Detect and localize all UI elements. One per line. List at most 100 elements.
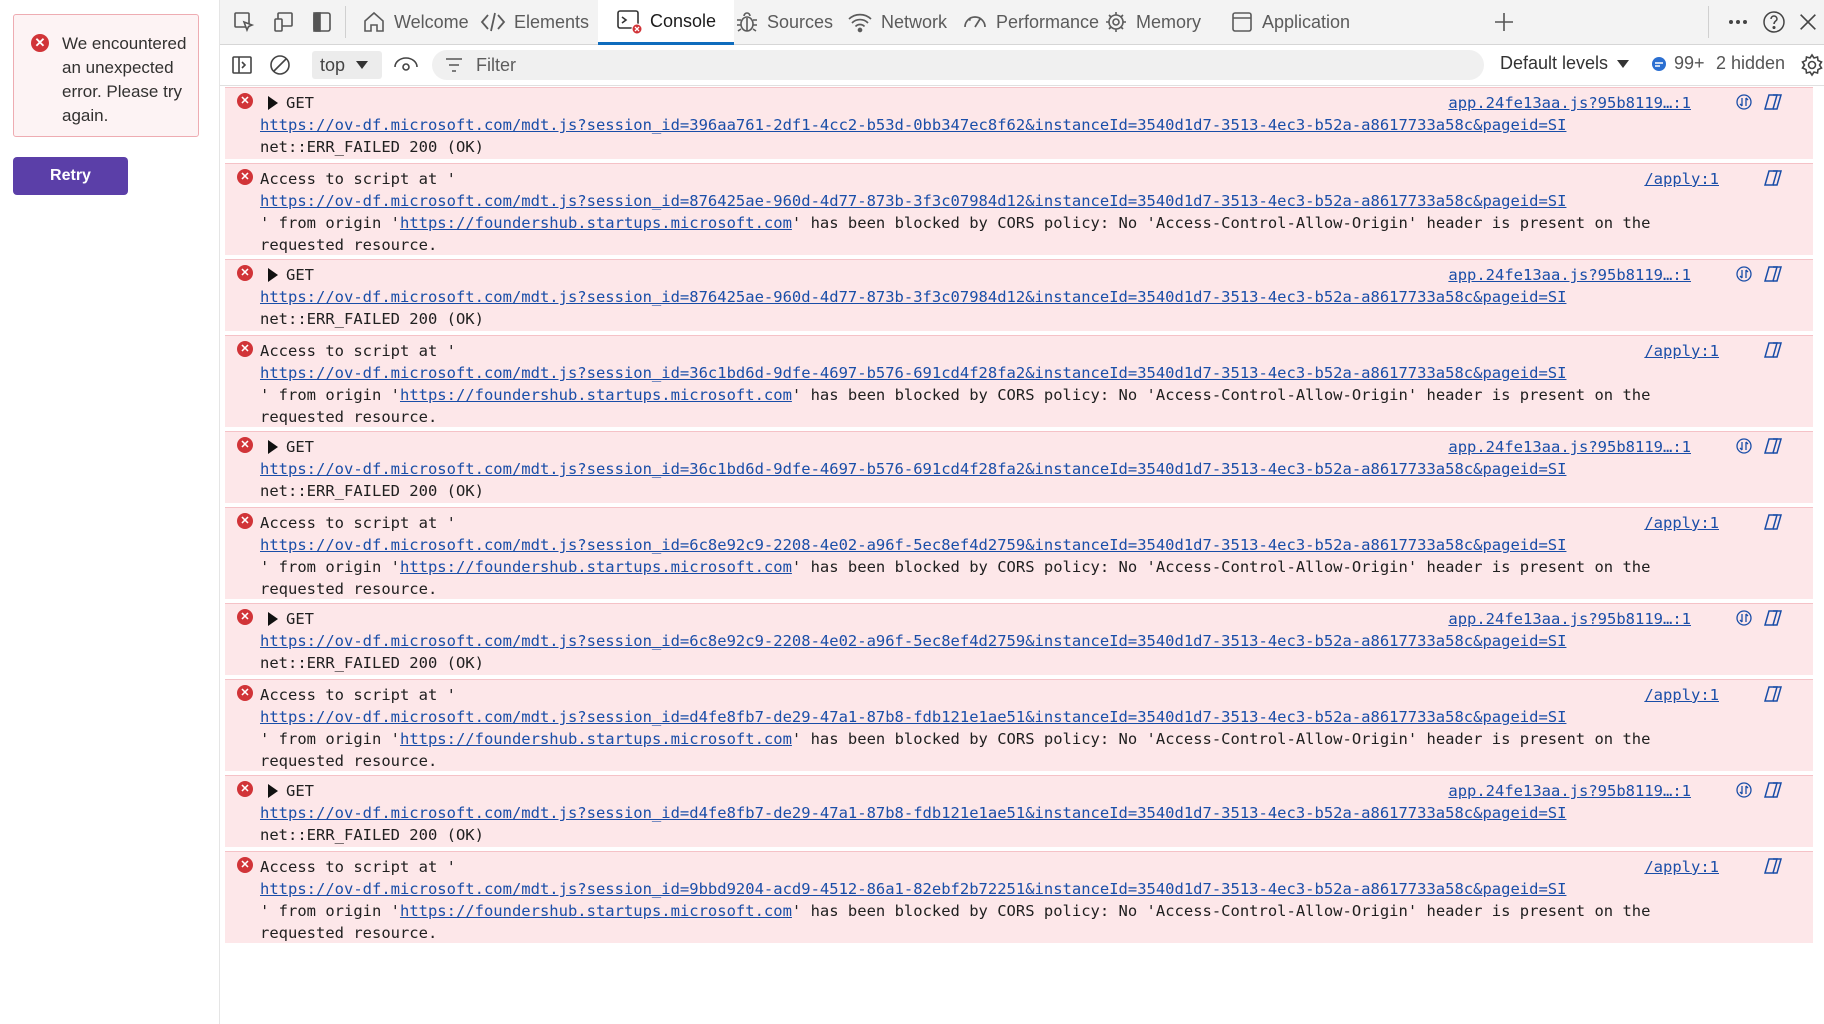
log-levels-dropdown[interactable]: Default levels xyxy=(1500,53,1630,74)
hidden-count[interactable]: 2 hidden xyxy=(1716,53,1785,74)
retry-button[interactable]: Retry xyxy=(13,157,128,195)
tab-network[interactable]: Network xyxy=(837,0,957,44)
source-location-link[interactable]: /apply:1 xyxy=(1644,684,1719,706)
source-action-icons xyxy=(1763,340,1783,366)
source-location-link[interactable]: /apply:1 xyxy=(1644,340,1719,362)
request-url-link[interactable]: https://ov-df.microsoft.com/mdt.js?sessi… xyxy=(260,288,1566,306)
expand-triangle-icon[interactable] xyxy=(268,96,278,110)
message-prefix: Access to script at ' xyxy=(260,342,456,360)
network-request-icon[interactable] xyxy=(1735,609,1753,633)
script-url-link[interactable]: https://ov-df.microsoft.com/mdt.js?sessi… xyxy=(260,708,1566,726)
filter-input[interactable] xyxy=(474,53,1378,77)
more-options-icon[interactable] xyxy=(1724,8,1752,36)
copilot-explain-icon[interactable] xyxy=(1763,856,1783,882)
copilot-explain-icon[interactable] xyxy=(1763,92,1783,118)
inspect-element-icon[interactable] xyxy=(230,8,258,36)
expand-triangle-icon[interactable] xyxy=(268,784,278,798)
copilot-explain-icon[interactable] xyxy=(1763,780,1783,806)
tab-sources[interactable]: Sources xyxy=(725,0,843,44)
tab-application[interactable]: Application xyxy=(1220,0,1360,44)
origin-link[interactable]: https://foundershub.startups.microsoft.c… xyxy=(400,214,792,232)
entry-line: Access to script at ' xyxy=(260,168,1570,190)
source-location-link[interactable]: /apply:1 xyxy=(1644,168,1719,190)
request-url-link[interactable]: https://ov-df.microsoft.com/mdt.js?sessi… xyxy=(260,116,1566,134)
filter-box[interactable] xyxy=(432,50,1484,80)
source-action-icons xyxy=(1735,264,1783,290)
source-location-link[interactable]: app.24fe13aa.js?95b8119…:1 xyxy=(1448,436,1691,458)
live-expression-eye-icon[interactable] xyxy=(392,51,420,79)
script-url-link[interactable]: https://ov-df.microsoft.com/mdt.js?sessi… xyxy=(260,536,1566,554)
request-method: GET xyxy=(286,266,314,284)
device-emulation-icon[interactable] xyxy=(270,8,298,36)
tab-elements[interactable]: Elements xyxy=(470,0,599,44)
source-action-icons xyxy=(1735,780,1783,806)
entry-line: ' from origin 'https://foundershub.start… xyxy=(260,900,1650,922)
source-location-link[interactable]: app.24fe13aa.js?95b8119…:1 xyxy=(1448,92,1691,114)
source-location-link[interactable]: app.24fe13aa.js?95b8119…:1 xyxy=(1448,780,1691,802)
network-request-icon[interactable] xyxy=(1735,437,1753,461)
context-selector[interactable]: top xyxy=(312,51,382,79)
message-prefix: Access to script at ' xyxy=(260,686,456,704)
network-request-icon[interactable] xyxy=(1735,781,1753,805)
source-action-icons xyxy=(1735,92,1783,118)
request-url-link[interactable]: https://ov-df.microsoft.com/mdt.js?sessi… xyxy=(260,460,1566,478)
network-request-icon[interactable] xyxy=(1735,93,1753,117)
expand-triangle-icon[interactable] xyxy=(268,440,278,454)
origin-link[interactable]: https://foundershub.startups.microsoft.c… xyxy=(400,902,792,920)
copilot-explain-icon[interactable] xyxy=(1763,684,1783,710)
copilot-explain-icon[interactable] xyxy=(1763,340,1783,366)
console-error-entry: ✕ GET https://ov-df.microsoft.com/mdt.js?s… xyxy=(225,87,1813,159)
source-location-link[interactable]: /apply:1 xyxy=(1644,512,1719,534)
entry-line: requested resource. xyxy=(260,406,1570,428)
entry-line: https://ov-df.microsoft.com/mdt.js?sessi… xyxy=(260,362,1570,384)
show-console-sidebar-icon[interactable] xyxy=(228,51,256,79)
network-request-icon[interactable] xyxy=(1735,265,1753,289)
origin-link[interactable]: https://foundershub.startups.microsoft.c… xyxy=(400,386,792,404)
copilot-explain-icon[interactable] xyxy=(1763,168,1783,194)
request-status: net::ERR_FAILED 200 (OK) xyxy=(260,310,484,328)
close-devtools-icon[interactable] xyxy=(1794,8,1822,36)
origin-link[interactable]: https://foundershub.startups.microsoft.c… xyxy=(400,558,792,576)
expand-triangle-icon[interactable] xyxy=(268,268,278,282)
tab-welcome[interactable]: Welcome xyxy=(352,0,479,44)
entry-line: ' from origin 'https://foundershub.start… xyxy=(260,212,1650,234)
copilot-explain-icon[interactable] xyxy=(1763,512,1783,538)
request-url-link[interactable]: https://ov-df.microsoft.com/mdt.js?sessi… xyxy=(260,804,1566,822)
message-bubble-icon xyxy=(1652,56,1666,71)
entry-line: https://ov-df.microsoft.com/mdt.js?sessi… xyxy=(260,114,1570,136)
message-count-badge[interactable]: 99+ xyxy=(1650,53,1705,74)
tab-performance[interactable]: Performance xyxy=(952,0,1109,44)
error-message-box: ✕ We encountered an unexpected error. Pl… xyxy=(13,14,199,137)
tab-console[interactable]: Console xyxy=(598,0,735,45)
copilot-explain-icon[interactable] xyxy=(1763,264,1783,290)
script-url-link[interactable]: https://ov-df.microsoft.com/mdt.js?sessi… xyxy=(260,364,1566,382)
clear-console-icon[interactable] xyxy=(266,51,294,79)
entry-line: https://ov-df.microsoft.com/mdt.js?sessi… xyxy=(260,706,1570,728)
entry-line: Access to script at ' xyxy=(260,340,1570,362)
help-icon[interactable] xyxy=(1760,8,1788,36)
entry-line: https://ov-df.microsoft.com/mdt.js?sessi… xyxy=(260,534,1570,556)
copilot-explain-icon[interactable] xyxy=(1763,436,1783,462)
expand-triangle-icon[interactable] xyxy=(268,612,278,626)
tab-console-label: Console xyxy=(650,10,717,31)
entry-line: GET xyxy=(260,608,1570,630)
chevron-down-icon xyxy=(1617,59,1630,68)
copilot-explain-icon[interactable] xyxy=(1763,608,1783,634)
message-count: 99+ xyxy=(1674,53,1705,73)
error-icon: ✕ xyxy=(237,685,253,701)
memory-chip-icon xyxy=(1106,12,1126,32)
source-location-link[interactable]: app.24fe13aa.js?95b8119…:1 xyxy=(1448,264,1691,286)
message-text: ' from origin ' xyxy=(260,386,400,404)
script-url-link[interactable]: https://ov-df.microsoft.com/mdt.js?sessi… xyxy=(260,192,1566,210)
script-url-link[interactable]: https://ov-df.microsoft.com/mdt.js?sessi… xyxy=(260,880,1566,898)
home-icon xyxy=(364,11,384,32)
origin-link[interactable]: https://foundershub.startups.microsoft.c… xyxy=(400,730,792,748)
toggle-sidebar-icon[interactable] xyxy=(308,8,336,36)
tab-memory[interactable]: Memory xyxy=(1094,0,1211,44)
request-url-link[interactable]: https://ov-df.microsoft.com/mdt.js?sessi… xyxy=(260,632,1566,650)
add-tab-plus-icon[interactable] xyxy=(1490,8,1518,36)
console-settings-gear-icon[interactable] xyxy=(1798,51,1824,79)
source-location-link[interactable]: /apply:1 xyxy=(1644,856,1719,878)
entry-line: ' from origin 'https://foundershub.start… xyxy=(260,728,1650,750)
source-location-link[interactable]: app.24fe13aa.js?95b8119…:1 xyxy=(1448,608,1691,630)
